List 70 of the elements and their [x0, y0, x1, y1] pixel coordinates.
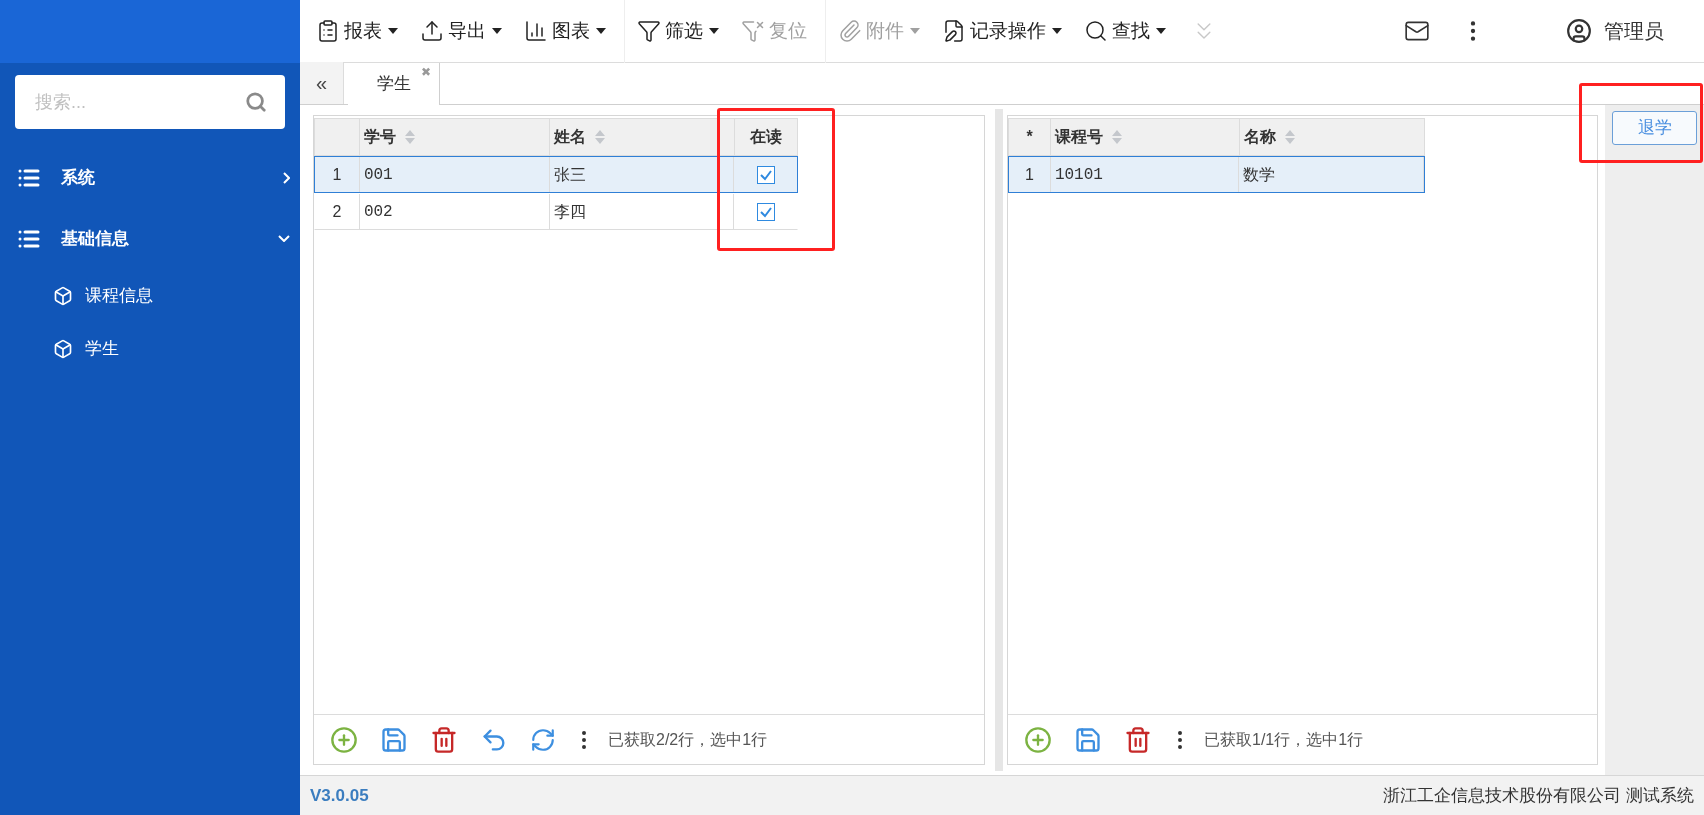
add-icon[interactable]	[1024, 725, 1052, 754]
caret-icon	[1052, 28, 1062, 34]
sidebar-item[interactable]: 系统	[0, 147, 300, 208]
delete-icon[interactable]	[430, 725, 458, 754]
cube-icon	[53, 285, 73, 306]
column-header[interactable]: 课程号	[1050, 118, 1240, 156]
caret-icon	[709, 28, 719, 34]
report-icon	[316, 19, 340, 43]
sort-icon	[404, 129, 416, 145]
upload-icon	[420, 19, 444, 43]
search-icon[interactable]	[245, 91, 267, 113]
caret-icon	[910, 28, 920, 34]
cube-icon	[53, 338, 73, 359]
table-cell: 001	[359, 157, 550, 192]
table-row[interactable]: 2 002 李四	[314, 193, 798, 230]
search-field[interactable]: 搜索...	[15, 75, 285, 129]
caret-icon	[388, 28, 398, 34]
column-header[interactable]: 姓名	[549, 118, 735, 156]
table-cell: 1	[315, 157, 360, 192]
column-header[interactable]: 在读	[734, 118, 798, 156]
collapse-button[interactable]: «	[300, 62, 344, 104]
column-header[interactable]: *	[1008, 118, 1051, 156]
table-cell: 数学	[1239, 157, 1424, 192]
sidebar-item[interactable]: 基础信息	[0, 208, 300, 269]
user-icon[interactable]	[1566, 18, 1592, 44]
column-header[interactable]: 学号	[359, 118, 550, 156]
user-name[interactable]: 管理员	[1604, 16, 1664, 46]
column-header[interactable]: 名称	[1239, 118, 1425, 156]
save-icon[interactable]	[380, 725, 408, 754]
add-icon[interactable]	[330, 725, 358, 754]
toolbar-button[interactable]: 图表	[520, 11, 610, 51]
refresh-icon[interactable]	[530, 726, 556, 753]
sort-icon	[1111, 129, 1123, 145]
bar-chart-icon	[524, 19, 548, 43]
table-cell: 张三	[549, 157, 735, 192]
table-cell: 002	[359, 194, 550, 229]
paperclip-icon	[838, 19, 862, 43]
toolbar-button[interactable]: 筛选	[633, 11, 723, 51]
table-row[interactable]: 1 001 张三	[314, 156, 798, 193]
toolbar-button[interactable]: 查找	[1080, 11, 1170, 51]
checkbox[interactable]	[756, 202, 775, 221]
delete-icon[interactable]	[1124, 725, 1152, 754]
search-icon	[1084, 19, 1108, 43]
toolbar-button[interactable]: 记录操作	[938, 11, 1066, 51]
table-cell: 2	[315, 194, 360, 229]
caret-icon	[1156, 28, 1166, 34]
status-text: 已获取2/2行，选中1行	[608, 729, 768, 750]
save-icon[interactable]	[1074, 725, 1102, 754]
table-row[interactable]: 1 10101 数学	[1008, 156, 1425, 193]
sidebar-subitem[interactable]: 学生	[0, 322, 300, 375]
version-label: V3.0.05	[310, 784, 369, 807]
table-cell: 10101	[1050, 157, 1240, 192]
chevron-right-icon	[283, 171, 290, 184]
checkbox[interactable]	[756, 165, 775, 184]
toolbar-button[interactable]: 导出	[416, 11, 506, 51]
caret-icon	[596, 28, 606, 34]
filter-icon	[637, 19, 661, 43]
table-cell: 1	[1009, 157, 1051, 192]
sort-icon	[594, 129, 606, 145]
company-name: 浙江工企信息技术股份有限公司 测试系统	[1383, 784, 1694, 807]
chevron-down-icon	[278, 235, 290, 242]
caret-icon	[492, 28, 502, 34]
filter-clear-icon	[741, 19, 765, 43]
sidebar-subitem[interactable]: 课程信息	[0, 269, 300, 322]
toolbar-button[interactable]: 报表	[312, 11, 402, 51]
edit-document-icon	[942, 19, 966, 43]
sort-icon	[1284, 129, 1296, 145]
tab[interactable]: 学生 ✖	[348, 63, 440, 105]
table-cell: 李四	[549, 194, 735, 229]
status-text: 已获取1/1行，选中1行	[1204, 729, 1364, 750]
